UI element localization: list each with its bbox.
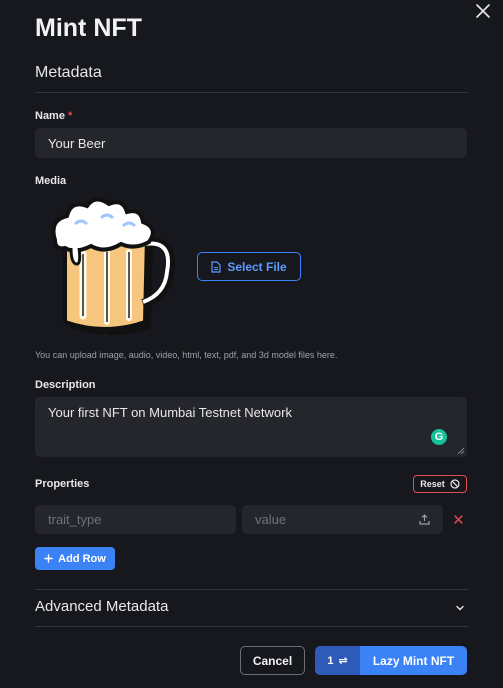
metadata-section-title: Metadata bbox=[35, 64, 102, 81]
quantity-value: 1 bbox=[327, 654, 334, 667]
close-icon[interactable] bbox=[474, 2, 492, 20]
modal-title: Mint NFT bbox=[35, 14, 142, 42]
upload-icon[interactable] bbox=[419, 514, 430, 525]
media-label: Media bbox=[35, 175, 67, 187]
name-label-text: Name bbox=[35, 110, 65, 122]
description-textarea[interactable]: Your first NFT on Mumbai Testnet Network… bbox=[35, 397, 467, 457]
value-placeholder: value bbox=[255, 512, 287, 527]
select-file-label: Select File bbox=[227, 259, 287, 274]
properties-label: Properties bbox=[35, 478, 90, 490]
reset-label: Reset bbox=[420, 479, 445, 489]
divider bbox=[35, 626, 468, 627]
resize-handle-icon[interactable] bbox=[458, 448, 464, 454]
cancel-button[interactable]: Cancel bbox=[240, 646, 305, 675]
reset-button[interactable]: Reset bbox=[413, 475, 467, 493]
media-help-text: You can upload image, audio, video, html… bbox=[35, 350, 338, 360]
remove-row-icon[interactable] bbox=[454, 515, 463, 524]
name-label: Name * bbox=[35, 110, 72, 122]
trait-type-input[interactable]: trait_type bbox=[35, 505, 236, 534]
divider bbox=[35, 589, 468, 590]
description-label: Description bbox=[35, 379, 96, 391]
add-row-button[interactable]: Add Row bbox=[35, 547, 115, 570]
lazy-mint-button[interactable]: Lazy Mint NFT bbox=[360, 646, 467, 675]
divider bbox=[35, 92, 468, 93]
value-input[interactable]: value bbox=[242, 505, 443, 534]
add-row-label: Add Row bbox=[58, 552, 106, 565]
media-preview-image: ~ bbox=[51, 197, 175, 339]
file-icon bbox=[211, 260, 221, 273]
required-mark: * bbox=[67, 110, 73, 122]
plus-icon bbox=[44, 554, 53, 563]
quantity-button[interactable]: 1 ⇌ bbox=[315, 646, 360, 675]
grammarly-icon[interactable]: G bbox=[431, 429, 447, 445]
swap-icon: ⇌ bbox=[338, 655, 348, 667]
advanced-metadata-toggle[interactable]: Advanced Metadata bbox=[35, 598, 168, 615]
select-file-button[interactable]: Select File bbox=[197, 252, 301, 281]
trait-type-placeholder: trait_type bbox=[48, 512, 102, 527]
ban-icon bbox=[450, 479, 460, 489]
description-value: Your first NFT on Mumbai Testnet Network bbox=[48, 405, 292, 420]
name-input-value: Your Beer bbox=[48, 135, 106, 151]
mint-nft-modal: Mint NFT Metadata Name * Your Beer Media … bbox=[0, 0, 503, 688]
chevron-down-icon[interactable] bbox=[454, 602, 466, 614]
name-input[interactable]: Your Beer bbox=[35, 128, 467, 158]
svg-text:~: ~ bbox=[102, 332, 107, 339]
